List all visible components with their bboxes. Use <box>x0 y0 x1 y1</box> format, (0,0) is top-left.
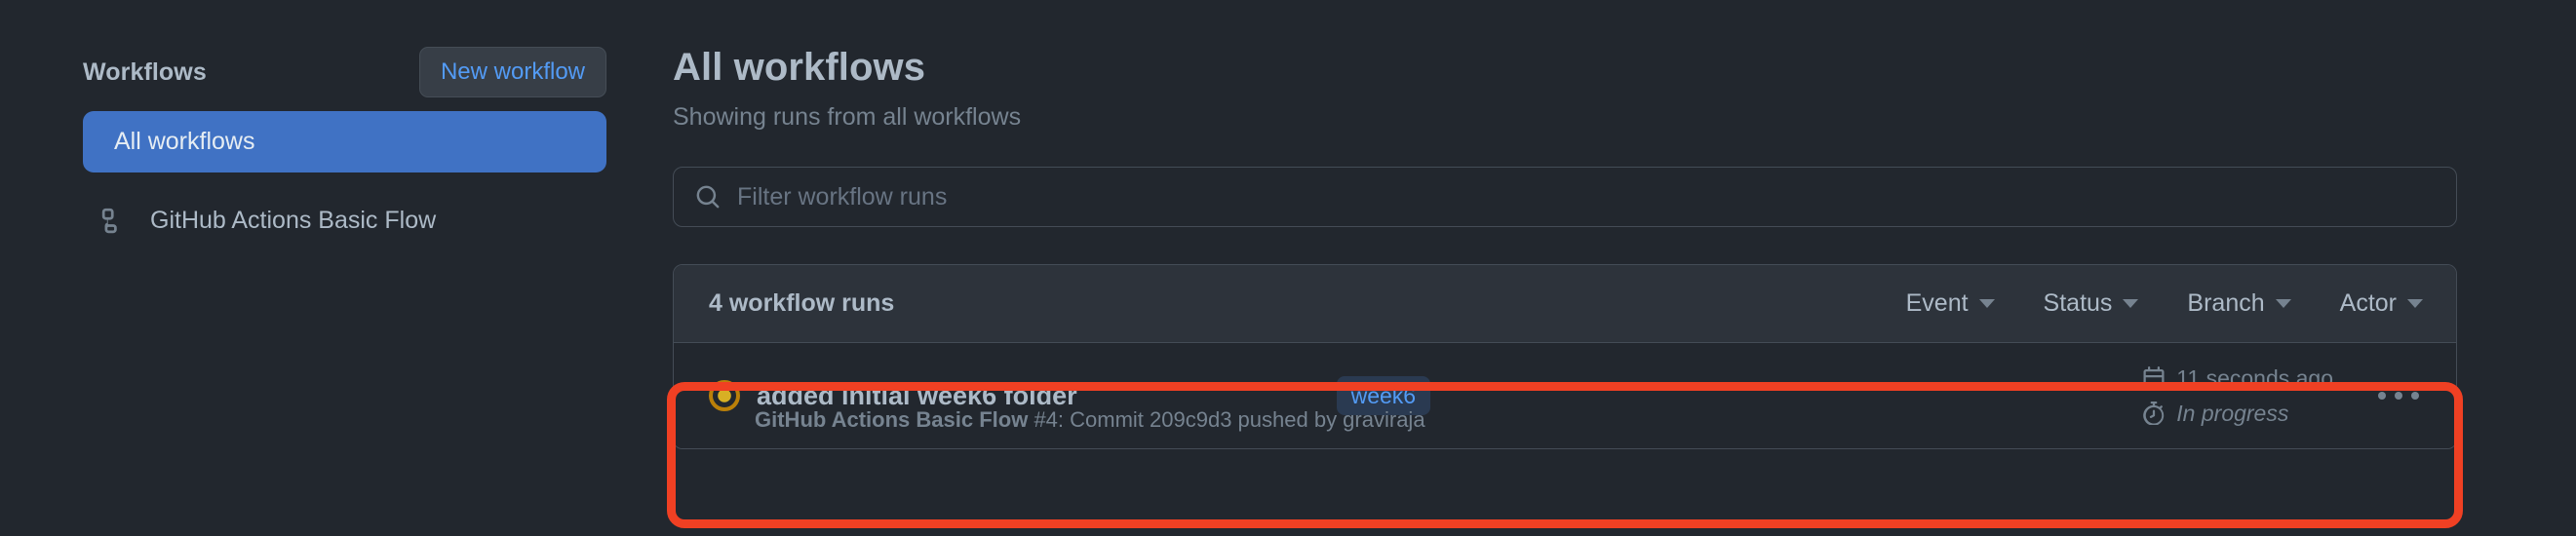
filter-event-label: Event <box>1906 289 1969 318</box>
in-progress-icon <box>709 380 740 411</box>
workflow-runs-card: 4 workflow runs Event Status Branch <box>673 264 2457 449</box>
sidebar-title: Workflows <box>83 58 207 87</box>
stopwatch-icon <box>2142 402 2166 425</box>
new-workflow-button[interactable]: New workflow <box>419 47 606 97</box>
sidebar-nav-list: All workflows GitHub Actions Basic Flow <box>83 111 606 251</box>
sidebar-item-all-workflows[interactable]: All workflows <box>83 111 606 172</box>
run-timestamp-label: 11 seconds ago <box>2176 365 2333 392</box>
sidebar-item-github-actions-basic-flow[interactable]: GitHub Actions Basic Flow <box>83 190 606 251</box>
filter-actor-label: Actor <box>2340 289 2397 318</box>
chevron-down-icon <box>1979 299 1995 308</box>
search-icon <box>695 184 721 210</box>
run-subtitle-rest: #4: Commit 209c9d3 pushed by graviraja <box>1028 407 1425 432</box>
chevron-down-icon <box>2276 299 2291 308</box>
chevron-down-icon <box>2123 299 2138 308</box>
page-title: All workflows <box>673 45 2457 90</box>
run-duration-status: In progress <box>2142 401 2333 427</box>
page-subtitle: Showing runs from all workflows <box>673 103 2457 132</box>
run-meta: 11 seconds ago In progress <box>2142 365 2333 427</box>
workflow-runs-filters: Event Status Branch Actor <box>1906 289 2423 318</box>
kebab-dot <box>2378 392 2386 400</box>
workflow-icon <box>100 207 129 235</box>
filter-branch-label: Branch <box>2187 289 2264 318</box>
workflows-page: Workflows New workflow All workflows Git… <box>0 0 2576 536</box>
filter-status-button[interactable]: Status <box>2044 289 2139 318</box>
kebab-dot <box>2395 392 2402 400</box>
kebab-dot <box>2411 392 2419 400</box>
sidebar-item-label: All workflows <box>114 128 254 156</box>
filter-branch-button[interactable]: Branch <box>2187 289 2290 318</box>
run-workflow-name: GitHub Actions Basic Flow <box>755 407 1028 432</box>
filter-workflow-runs-field[interactable] <box>673 167 2457 227</box>
search-input[interactable] <box>737 168 2435 226</box>
workflow-runs-header: 4 workflow runs Event Status Branch <box>674 265 2456 343</box>
main-content: All workflows Showing runs from all work… <box>673 0 2576 536</box>
workflows-sidebar: Workflows New workflow All workflows Git… <box>0 0 655 536</box>
run-subtitle: GitHub Actions Basic Flow #4: Commit 209… <box>755 407 1425 433</box>
run-timestamp: 11 seconds ago <box>2142 365 2333 392</box>
kebab-menu-icon[interactable] <box>2374 382 2423 409</box>
filter-event-button[interactable]: Event <box>1906 289 1995 318</box>
filter-status-label: Status <box>2044 289 2113 318</box>
sidebar-item-label: GitHub Actions Basic Flow <box>150 207 436 235</box>
workflow-runs-count: 4 workflow runs <box>709 289 894 318</box>
run-duration-status-label: In progress <box>2176 401 2288 427</box>
chevron-down-icon <box>2407 299 2423 308</box>
calendar-icon <box>2142 366 2166 390</box>
sidebar-header: Workflows New workflow <box>83 47 606 97</box>
table-row[interactable]: added initial week6 folder week6 <box>674 343 2456 448</box>
filter-actor-button[interactable]: Actor <box>2340 289 2423 318</box>
